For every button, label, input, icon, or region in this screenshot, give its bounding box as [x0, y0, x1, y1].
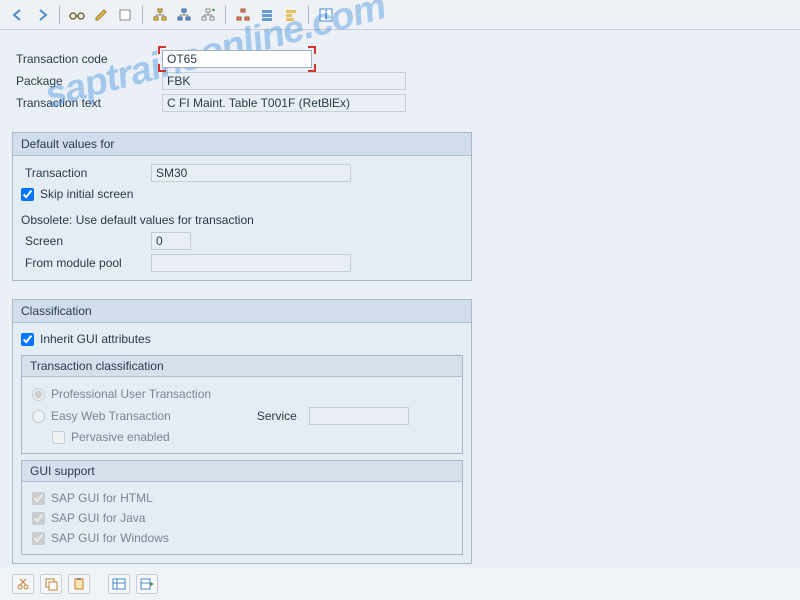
transaction-code-label: Transaction code: [12, 52, 162, 66]
forward-icon[interactable]: [32, 5, 52, 25]
edit-icon[interactable]: [91, 5, 111, 25]
gui-java-checkbox: [32, 512, 45, 525]
trans-class-title: Transaction classification: [22, 356, 462, 377]
where-used-icon[interactable]: [198, 5, 218, 25]
package-label: Package: [12, 74, 162, 88]
radio-easyweb: [32, 410, 45, 423]
gui-support-subgroup: GUI support SAP GUI for HTML SAP GUI for…: [21, 460, 463, 555]
transaction-text-label: Transaction text: [12, 96, 162, 110]
copy-icon[interactable]: [40, 574, 62, 594]
glasses-icon[interactable]: [67, 5, 87, 25]
gui-support-title: GUI support: [22, 461, 462, 482]
pervasive-label: Pervasive enabled: [71, 430, 170, 444]
info-icon[interactable]: i: [316, 5, 336, 25]
screen-value: 0: [151, 232, 191, 250]
gui-windows-checkbox: [32, 532, 45, 545]
svg-text:i: i: [324, 8, 327, 22]
def-transaction-value: SM30: [151, 164, 351, 182]
module-pool-label: From module pool: [21, 256, 151, 270]
main-content: Transaction code Package FBK Transaction…: [0, 30, 800, 568]
gui-windows-label: SAP GUI for Windows: [51, 531, 169, 545]
package-value: FBK: [162, 72, 406, 90]
service-input: [309, 407, 409, 425]
classification-group: Classification Inherit GUI attributes Tr…: [12, 299, 472, 564]
default-values-group: Default values for Transaction SM30 Skip…: [12, 132, 472, 281]
table-icon[interactable]: [108, 574, 130, 594]
screen-label: Screen: [21, 234, 151, 248]
paste-icon[interactable]: [68, 574, 90, 594]
toolbar: i: [0, 0, 800, 30]
skip-initial-checkbox[interactable]: [21, 188, 34, 201]
gui-html-checkbox: [32, 492, 45, 505]
inherit-gui-checkbox[interactable]: [21, 333, 34, 346]
hierarchy1-icon[interactable]: [150, 5, 170, 25]
pervasive-checkbox: [52, 431, 65, 444]
classification-title: Classification: [13, 300, 471, 323]
radio-professional-label: Professional User Transaction: [51, 387, 211, 401]
table-next-icon[interactable]: [136, 574, 158, 594]
default-values-title: Default values for: [13, 133, 471, 156]
transaction-code-input[interactable]: [162, 50, 312, 68]
cut-icon[interactable]: [12, 574, 34, 594]
service-label: Service: [257, 409, 297, 423]
align-icon[interactable]: [281, 5, 301, 25]
radio-professional: [32, 388, 45, 401]
radio-easyweb-label: Easy Web Transaction: [51, 409, 171, 423]
stack-icon[interactable]: [257, 5, 277, 25]
structure-icon[interactable]: [233, 5, 253, 25]
transaction-classification-subgroup: Transaction classification Professional …: [21, 355, 463, 454]
gui-html-label: SAP GUI for HTML: [51, 491, 153, 505]
new-icon[interactable]: [115, 5, 135, 25]
bottom-toolbar: [12, 574, 158, 594]
def-transaction-label: Transaction: [21, 166, 151, 180]
gui-java-label: SAP GUI for Java: [51, 511, 145, 525]
hierarchy2-icon[interactable]: [174, 5, 194, 25]
transaction-text-value: C FI Maint. Table T001F (RetBlEx): [162, 94, 406, 112]
skip-initial-label: Skip initial screen: [40, 187, 133, 201]
module-pool-value: [151, 254, 351, 272]
obsolete-text: Obsolete: Use default values for transac…: [21, 213, 254, 227]
inherit-gui-label: Inherit GUI attributes: [40, 332, 151, 346]
back-icon[interactable]: [8, 5, 28, 25]
